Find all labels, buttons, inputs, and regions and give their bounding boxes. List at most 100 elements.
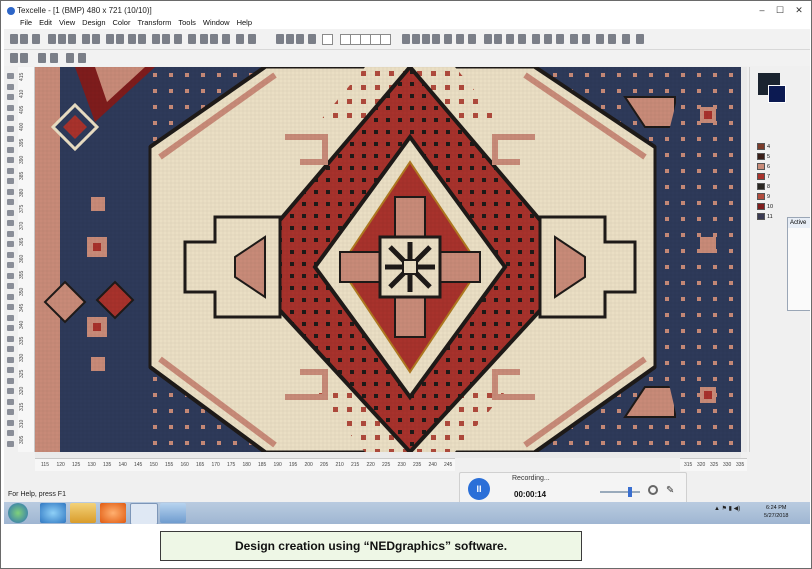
texcelle-taskbar-icon[interactable] <box>130 503 158 524</box>
toolbar-icon[interactable] <box>10 53 18 63</box>
toolbar-icon[interactable] <box>422 34 430 44</box>
toolbar-icon[interactable] <box>596 34 604 44</box>
toolbar-icon[interactable] <box>444 34 452 44</box>
drawing-tool-icon[interactable] <box>7 367 14 373</box>
background-color-swatch[interactable] <box>768 85 786 103</box>
toolbar-icon[interactable] <box>78 53 86 63</box>
palette-entry[interactable]: 8 <box>757 183 785 191</box>
toolbar-icon[interactable] <box>92 34 100 44</box>
toolbar-icon[interactable] <box>38 53 46 63</box>
toolbar-icon[interactable] <box>468 34 476 44</box>
palette-entry[interactable]: 9 <box>757 193 785 201</box>
menu-help[interactable]: Help <box>237 17 252 29</box>
drawing-tool-icon[interactable] <box>7 241 14 247</box>
toolbar-icon[interactable] <box>582 34 590 44</box>
minimize-button[interactable]: – <box>753 4 771 17</box>
palette-entry[interactable]: 11 <box>757 213 785 221</box>
pause-recording-button[interactable]: II <box>468 478 490 500</box>
drawing-tool-icon[interactable] <box>7 440 14 447</box>
drawing-tool-icon[interactable] <box>7 104 14 111</box>
menu-tools[interactable]: Tools <box>178 17 196 29</box>
media-taskbar-icon[interactable] <box>100 503 126 523</box>
toolbar-icon[interactable] <box>66 53 74 63</box>
drawing-tool-icon[interactable] <box>7 136 14 142</box>
drawing-tool-icon[interactable] <box>7 335 14 342</box>
recorder-taskbar-icon[interactable] <box>160 503 186 523</box>
drawing-tool-icon[interactable] <box>7 73 14 79</box>
toolbar-icon[interactable] <box>68 34 76 44</box>
toolbar-icon[interactable] <box>544 34 552 44</box>
palette-entry[interactable]: 6 <box>757 163 785 171</box>
toolbar-icon[interactable] <box>402 34 410 44</box>
drawing-tool-icon[interactable] <box>7 356 14 363</box>
palette-entry[interactable]: 4 <box>757 143 785 151</box>
toolbar-icon[interactable] <box>556 34 564 44</box>
vertical-scrollbar[interactable] <box>741 67 747 452</box>
toolbar-icon[interactable] <box>532 34 540 44</box>
drawing-tool-icon[interactable] <box>7 251 14 258</box>
toolbar-icon[interactable] <box>116 34 124 44</box>
toolbar-icon[interactable] <box>32 34 40 44</box>
toolbar-icon[interactable] <box>432 34 440 44</box>
drawing-tool-icon[interactable] <box>7 178 14 184</box>
palette-entry[interactable]: 5 <box>757 153 785 161</box>
pen-icon[interactable]: ✎ <box>666 485 674 496</box>
maximize-button[interactable]: ☐ <box>771 4 789 17</box>
drawing-tool-icon[interactable] <box>7 262 14 268</box>
folder-taskbar-icon[interactable] <box>70 503 96 523</box>
webcam-icon[interactable] <box>648 485 658 495</box>
toolbar-icon[interactable] <box>162 34 170 44</box>
drawing-tool-icon[interactable] <box>7 398 14 405</box>
toolbar-icon[interactable] <box>152 34 160 44</box>
toolbar-icon[interactable] <box>82 34 90 44</box>
drawing-tool-icon[interactable] <box>7 388 14 394</box>
toolbar-icon[interactable] <box>58 34 66 44</box>
drawing-tool-icon[interactable] <box>7 220 14 226</box>
toolbar-icon[interactable] <box>48 34 56 44</box>
drawing-tool-icon[interactable] <box>7 304 14 310</box>
toolbar-icon[interactable] <box>236 34 244 44</box>
drawing-tool-icon[interactable] <box>7 377 14 384</box>
drawing-tool-icon[interactable] <box>7 293 14 300</box>
drawing-tool-icon[interactable] <box>7 409 14 415</box>
drawing-tool-icon[interactable] <box>7 199 14 205</box>
menu-edit[interactable]: Edit <box>39 17 52 29</box>
drawing-tool-icon[interactable] <box>7 157 14 163</box>
toolbar-icon[interactable] <box>570 34 578 44</box>
toolbar-icon[interactable] <box>494 34 502 44</box>
toolbar-icon[interactable] <box>222 34 230 44</box>
drawing-tool-icon[interactable] <box>7 83 14 90</box>
carpet-design[interactable] <box>35 67 741 452</box>
toolbar-icon[interactable] <box>106 34 114 44</box>
taskbar-clock[interactable]: 6:24 PM 5/27/2018 <box>764 504 788 520</box>
toolbar-icon[interactable] <box>518 34 526 44</box>
menu-design[interactable]: Design <box>82 17 105 29</box>
toolbar-icon[interactable] <box>174 34 182 44</box>
toolbar-icon[interactable] <box>308 34 316 44</box>
toolbar-icon[interactable] <box>622 34 630 44</box>
drawing-tool-icon[interactable] <box>7 167 14 174</box>
close-button[interactable]: ✕ <box>790 4 808 17</box>
menu-view[interactable]: View <box>59 17 75 29</box>
palette-entry[interactable]: 7 <box>757 173 785 181</box>
toolbar-icon[interactable] <box>506 34 514 44</box>
toolbar-icon[interactable] <box>276 34 284 44</box>
toolbar-icon[interactable] <box>484 34 492 44</box>
volume-slider[interactable] <box>600 491 640 493</box>
toolbar-icon[interactable] <box>188 34 196 44</box>
toolbar-icon[interactable] <box>636 34 644 44</box>
toolbar-icon[interactable] <box>50 53 58 63</box>
toolbar-icon[interactable] <box>210 34 218 44</box>
toolbar-icon[interactable] <box>200 34 208 44</box>
toolbar-icon[interactable] <box>380 34 391 45</box>
toolbar-icon[interactable] <box>456 34 464 44</box>
toolbar-icon[interactable] <box>412 34 420 44</box>
toolbar-icon[interactable] <box>322 34 333 45</box>
toolbar-icon[interactable] <box>128 34 136 44</box>
drawing-tool-icon[interactable] <box>7 94 14 100</box>
drawing-tool-icon[interactable] <box>7 314 14 321</box>
drawing-tool-icon[interactable] <box>7 230 14 237</box>
toolbar-icon[interactable] <box>296 34 304 44</box>
drawing-tool-icon[interactable] <box>7 283 14 289</box>
drawing-tool-icon[interactable] <box>7 272 14 279</box>
